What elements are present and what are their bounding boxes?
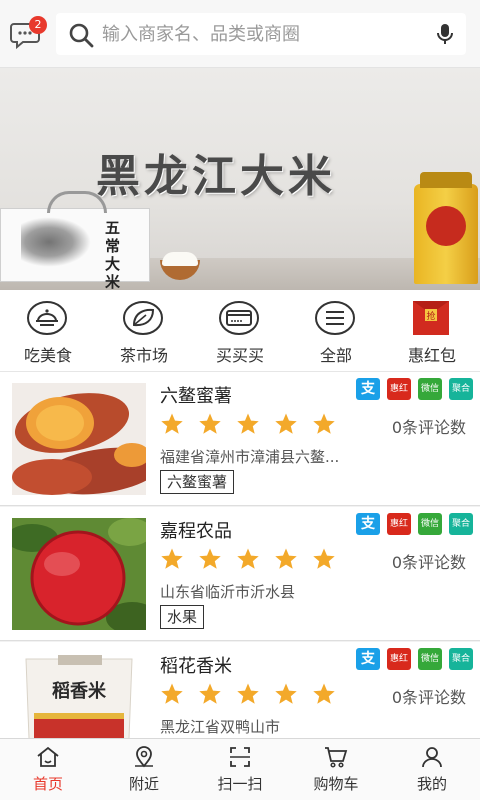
star-icon: [313, 683, 335, 704]
red-packet-badge: 惠红包: [387, 513, 411, 551]
rice-bag-image: [414, 172, 478, 284]
category-label: 茶市场: [119, 346, 168, 365]
star-icon: [237, 683, 259, 704]
tea-leaf-icon: [123, 301, 163, 335]
product-thumbnail: 稻香米: [12, 653, 146, 738]
star-icon: [237, 548, 259, 569]
tab-home[interactable]: 首页: [0, 739, 96, 800]
tab-label: 附近: [128, 775, 159, 793]
merchant-name: 嘉程农品: [160, 521, 232, 542]
promo-banner[interactable]: 五常大米 黑龙江大米: [0, 68, 480, 290]
message-count-badge: 2: [29, 16, 47, 34]
search-input[interactable]: [102, 13, 422, 55]
category-bar: 吃美食 茶市场 买买买 全部 抢 惠红包: [0, 290, 480, 372]
product-thumbnail: [12, 518, 146, 630]
red-packet-label: 抢: [426, 310, 435, 322]
tab-scan[interactable]: 扫一扫: [192, 739, 288, 800]
tab-label: 我的: [416, 775, 447, 793]
red-packet-badge: 惠红包: [387, 378, 411, 416]
category-shopping[interactable]: 买买买: [192, 290, 288, 372]
star-icon: [199, 683, 221, 704]
red-packet-icon: 抢: [413, 301, 449, 335]
category-red-packet[interactable]: 抢 惠红包: [384, 290, 480, 372]
merchant-address: 福建省漳州市漳浦县六鳌...: [160, 448, 340, 466]
tab-nearby[interactable]: 附近: [96, 739, 192, 800]
category-label: 买买买: [215, 346, 264, 365]
star-icon: [275, 413, 297, 434]
wechat-badge: 微信: [418, 513, 442, 535]
category-all[interactable]: 全部: [288, 290, 384, 372]
star-icon: [313, 413, 335, 434]
star-icon: [161, 548, 183, 569]
merchant-name: 稻花香米: [160, 656, 232, 677]
aggregate-pay-badge: 聚合: [449, 378, 473, 400]
star-icon: [275, 548, 297, 569]
review-count: 0条评论数: [391, 688, 466, 707]
category-tag[interactable]: 水果: [160, 605, 205, 629]
star-icon: [237, 413, 259, 434]
category-tea[interactable]: 茶市场: [96, 290, 192, 372]
list-item[interactable]: 稻香米 稻花香米 支 惠红包 微信 聚合 0条评论数 黑龙江省双鸭山市: [0, 642, 480, 738]
wechat-badge: 微信: [418, 648, 442, 670]
category-label: 惠红包: [407, 346, 456, 365]
menu-icon: [315, 301, 355, 335]
star-icon: [161, 683, 183, 704]
star-icon: [275, 683, 297, 704]
banner-title: 黑龙江大米: [96, 151, 336, 202]
category-dining[interactable]: 吃美食: [0, 290, 96, 372]
tab-label: 扫一扫: [217, 775, 263, 793]
star-icon: [199, 548, 221, 569]
alipay-badge: 支: [356, 378, 380, 400]
wechat-badge: 微信: [418, 378, 442, 400]
category-label: 全部: [319, 346, 352, 365]
merchant-name: 六鳌蜜薯: [160, 386, 232, 407]
merchant-address: 黑龙江省双鸭山市: [160, 718, 281, 736]
tab-label: 购物车: [313, 775, 359, 793]
aggregate-pay-badge: 聚合: [449, 513, 473, 535]
scan-icon: [230, 747, 250, 767]
tab-profile[interactable]: 我的: [384, 739, 480, 800]
aggregate-pay-badge: 聚合: [449, 648, 473, 670]
cart-icon: [325, 747, 348, 768]
alipay-badge: 支: [356, 648, 380, 670]
star-icon: [199, 413, 221, 434]
dining-icon: [27, 301, 67, 335]
merchant-address: 山东省临沂市沂水县: [160, 583, 296, 601]
merchant-list: 六鳌蜜薯 支 惠红包 微信 聚合 0条评论数 福建省漳州市漳浦县六鳌... 六鳌…: [0, 372, 480, 738]
search-bar[interactable]: [56, 13, 466, 55]
category-tag[interactable]: 六鳌蜜薯: [160, 470, 235, 494]
red-packet-badge: 惠红包: [387, 648, 411, 686]
card-icon: [219, 301, 259, 335]
search-icon: [69, 23, 94, 48]
gift-box-image: 五常大米: [0, 191, 150, 290]
list-item[interactable]: 六鳌蜜薯 支 惠红包 微信 聚合 0条评论数 福建省漳州市漳浦县六鳌... 六鳌…: [0, 372, 480, 506]
bottom-nav: 首页 附近 扫一扫 购物车 我的: [0, 738, 480, 800]
review-count: 0条评论数: [391, 418, 466, 437]
list-item[interactable]: 嘉程农品 支 惠红包 微信 聚合 0条评论数 山东省临沂市沂水县 水果: [0, 507, 480, 641]
star-icon: [313, 548, 335, 569]
alipay-badge: 支: [356, 513, 380, 535]
top-bar: 2: [0, 0, 480, 68]
category-label: 吃美食: [23, 346, 72, 365]
rice-bag-label: 稻香米: [52, 680, 107, 702]
profile-icon: [422, 747, 442, 768]
tab-label: 首页: [32, 775, 63, 793]
review-count: 0条评论数: [391, 553, 466, 572]
location-icon: [135, 746, 153, 768]
home-icon: [37, 746, 59, 767]
microphone-icon[interactable]: [436, 23, 454, 45]
star-icon: [161, 413, 183, 434]
product-thumbnail: [12, 383, 146, 495]
tab-cart[interactable]: 购物车: [288, 739, 384, 800]
